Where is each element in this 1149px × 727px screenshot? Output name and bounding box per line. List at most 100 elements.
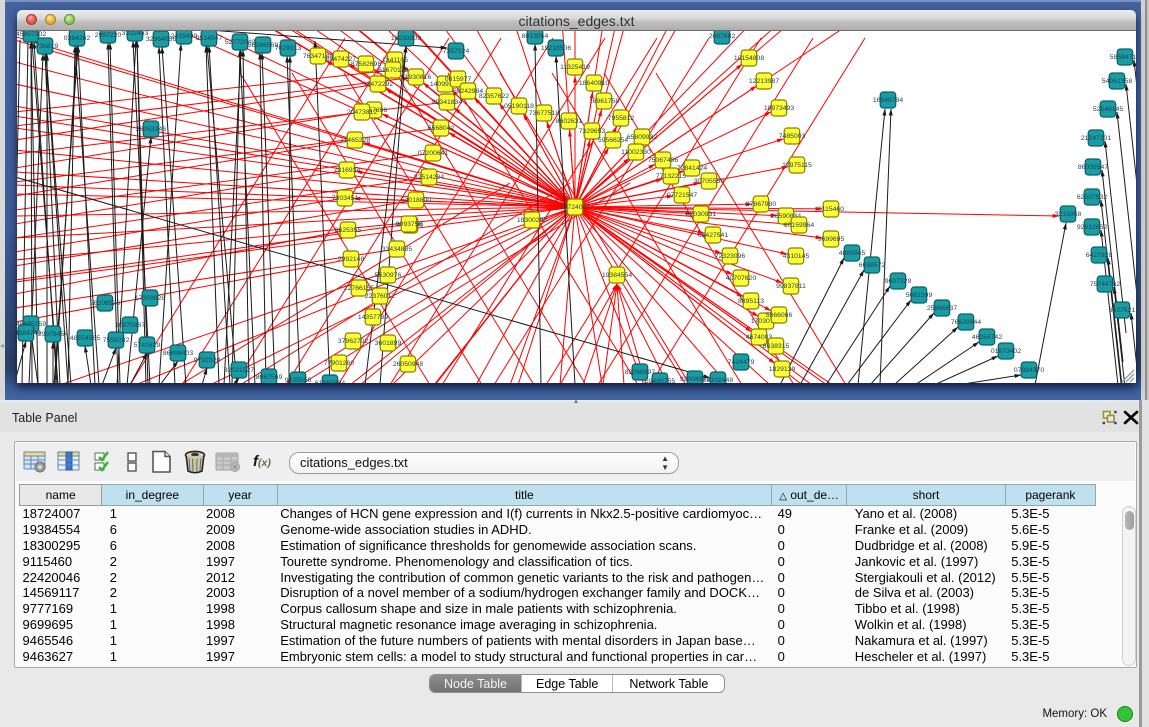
svg-text:0093756: 0093756 xyxy=(396,221,423,228)
svg-text:52548145: 52548145 xyxy=(1093,106,1123,113)
svg-text:6827521: 6827521 xyxy=(1109,307,1136,314)
svg-text:22376012: 22376012 xyxy=(365,293,395,300)
svg-text:14357789: 14357789 xyxy=(358,314,388,321)
svg-text:7303451: 7303451 xyxy=(332,195,359,202)
svg-text:11002330: 11002330 xyxy=(621,149,651,156)
svg-text:26206526: 26206526 xyxy=(90,300,120,307)
svg-text:0615977: 0615977 xyxy=(445,76,472,83)
svg-text:87582698: 87582698 xyxy=(351,61,381,68)
svg-text:7558282: 7558282 xyxy=(103,337,130,344)
svg-text:76629944: 76629944 xyxy=(951,319,981,326)
svg-text:10154808: 10154808 xyxy=(734,55,764,62)
svg-text:92004871: 92004871 xyxy=(680,376,710,383)
svg-text:8067569: 8067569 xyxy=(256,374,283,381)
svg-text:2992148: 2992148 xyxy=(338,256,365,263)
svg-text:71465228: 71465228 xyxy=(340,137,370,144)
svg-text:3215958: 3215958 xyxy=(1055,211,1082,218)
svg-text:73677518: 73677518 xyxy=(529,110,559,117)
svg-text:12472292: 12472292 xyxy=(363,81,393,88)
svg-text:87867980: 87867980 xyxy=(746,201,776,208)
svg-text:75067496: 75067496 xyxy=(648,157,678,164)
svg-text:6568042: 6568042 xyxy=(428,125,455,132)
svg-text:72323096: 72323096 xyxy=(715,253,745,260)
svg-text:5736819: 5736819 xyxy=(32,43,59,50)
svg-text:2997220: 2997220 xyxy=(95,32,122,39)
svg-text:75744762: 75744762 xyxy=(1090,281,1120,288)
svg-text:3601899: 3601899 xyxy=(375,340,402,347)
svg-text:77132215: 77132215 xyxy=(656,173,686,180)
svg-text:7029313: 7029313 xyxy=(275,45,302,52)
svg-text:5530976: 5530976 xyxy=(375,272,402,279)
svg-text:61850894: 61850894 xyxy=(315,380,345,383)
svg-text:10159964: 10159964 xyxy=(784,222,814,229)
svg-text:18724007: 18724007 xyxy=(560,204,590,211)
svg-text:25966637: 25966637 xyxy=(927,305,957,312)
svg-text:18640910: 18640910 xyxy=(579,80,609,87)
svg-text:12213987: 12213987 xyxy=(749,78,779,85)
svg-text:5866066: 5866066 xyxy=(766,312,793,319)
svg-text:16033809: 16033809 xyxy=(391,35,421,42)
svg-text:46054742: 46054742 xyxy=(972,334,1002,341)
svg-text:07721547: 07721547 xyxy=(667,192,697,199)
svg-text:9792320: 9792320 xyxy=(194,357,221,364)
svg-text:7485003: 7485003 xyxy=(779,133,806,140)
svg-text:89341834: 89341834 xyxy=(432,99,462,106)
svg-text:4310145: 4310145 xyxy=(783,253,810,260)
svg-text:82357622: 82357622 xyxy=(479,93,509,100)
svg-text:07200641: 07200641 xyxy=(418,150,448,157)
svg-text:65809932: 65809932 xyxy=(627,134,657,141)
svg-text:5741629: 5741629 xyxy=(134,342,161,349)
svg-text:32030931: 32030931 xyxy=(686,211,716,218)
svg-text:82514224: 82514224 xyxy=(414,174,444,181)
svg-text:7955812: 7955812 xyxy=(608,115,635,122)
svg-text:40707620: 40707620 xyxy=(726,275,756,282)
svg-text:19218506: 19218506 xyxy=(541,45,571,52)
svg-text:7357224: 7357224 xyxy=(443,48,470,55)
svg-text:26050948: 26050948 xyxy=(393,361,423,368)
svg-text:21930816: 21930816 xyxy=(401,74,431,81)
svg-text:20053346: 20053346 xyxy=(136,126,166,133)
svg-text:86498403: 86498403 xyxy=(163,350,193,357)
svg-text:07884370: 07884370 xyxy=(1014,367,1044,374)
svg-text:8638315: 8638315 xyxy=(763,343,790,350)
svg-text:9115460: 9115460 xyxy=(818,206,844,213)
svg-text:2087682: 2087682 xyxy=(709,33,736,40)
svg-text:6427928: 6427928 xyxy=(1086,252,1113,259)
svg-text:45807302: 45807302 xyxy=(17,31,46,38)
svg-text:99837811: 99837811 xyxy=(776,283,806,290)
svg-text:8895113: 8895113 xyxy=(738,298,764,305)
svg-text:6698572: 6698572 xyxy=(859,262,886,269)
svg-text:3322453: 3322453 xyxy=(122,31,149,37)
svg-text:8625355: 8625355 xyxy=(335,227,362,234)
svg-text:10973493: 10973493 xyxy=(764,105,794,112)
svg-text:05190118: 05190118 xyxy=(504,103,534,110)
svg-text:4885945: 4885945 xyxy=(839,250,866,257)
svg-text:54018800: 54018800 xyxy=(401,197,431,204)
svg-text:83066997: 83066997 xyxy=(625,369,655,376)
svg-text:9699695: 9699695 xyxy=(818,236,845,243)
svg-text:86039547: 86039547 xyxy=(1078,164,1108,171)
svg-text:59480755: 59480755 xyxy=(645,378,675,383)
svg-text:16961758: 16961758 xyxy=(589,98,619,105)
svg-text:61670113: 61670113 xyxy=(378,67,408,74)
svg-text:65427541: 65427541 xyxy=(698,232,728,239)
svg-text:62007532: 62007532 xyxy=(1077,194,1107,201)
svg-text:33434885: 33434885 xyxy=(382,246,412,253)
svg-text:92612652: 92612652 xyxy=(1077,224,1107,231)
svg-text:7329653: 7329653 xyxy=(579,128,606,135)
svg-text:32021527: 32021527 xyxy=(224,367,254,374)
svg-text:30705550: 30705550 xyxy=(694,178,724,185)
svg-text:1829139: 1829139 xyxy=(769,366,796,373)
svg-text:58584719: 58584719 xyxy=(1110,54,1136,61)
svg-text:11325419: 11325419 xyxy=(560,64,590,71)
svg-text:48554565: 48554565 xyxy=(70,335,100,342)
svg-text:20473812: 20473812 xyxy=(347,109,377,116)
svg-text:8813054: 8813054 xyxy=(522,33,549,40)
svg-text:54061358: 54061358 xyxy=(1102,78,1132,85)
svg-text:22766155: 22766155 xyxy=(344,285,374,292)
svg-text:8602631: 8602631 xyxy=(556,118,583,125)
svg-text:77901260: 77901260 xyxy=(324,360,354,367)
svg-text:5061599: 5061599 xyxy=(906,292,933,299)
svg-text:0364262: 0364262 xyxy=(64,35,91,42)
svg-text:2415499: 2415499 xyxy=(171,33,198,40)
